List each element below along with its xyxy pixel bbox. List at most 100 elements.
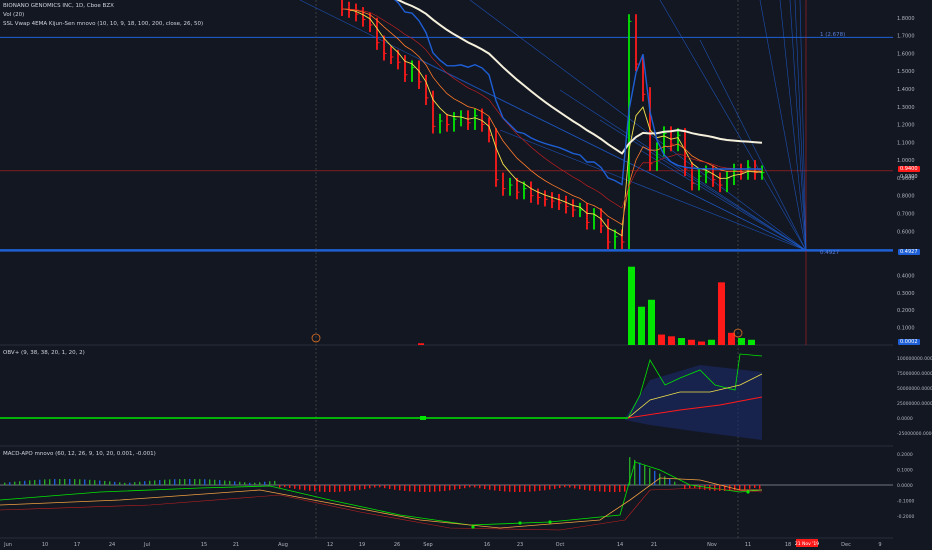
obv-tick-label: 50000000.0000 <box>897 386 932 392</box>
macd-histogram-bar <box>269 481 271 485</box>
obv-tick-label: -25000000.0000 <box>897 431 932 437</box>
macd-histogram-bar <box>349 485 351 492</box>
macd-histogram-bar <box>404 485 406 491</box>
macd-histogram-bar <box>264 481 266 485</box>
macd-histogram-bar <box>389 485 391 489</box>
macd-histogram-bar <box>189 479 191 485</box>
macd-histogram-bar <box>109 481 111 485</box>
macd-histogram-bar <box>379 485 381 488</box>
obv-tick-label: 25000000.0000 <box>897 401 932 407</box>
macd-histogram-bar <box>294 485 296 489</box>
macd-tick-label: 0.2000 <box>897 452 913 458</box>
price-tick-label: 1.2000 <box>897 123 915 129</box>
macd-histogram-bar <box>529 485 531 492</box>
macd-histogram-bar <box>399 485 401 491</box>
macd-histogram-bar <box>159 480 161 485</box>
macd-histogram-bar <box>674 481 676 485</box>
volume-tick-label: 0.3000 <box>897 291 915 297</box>
macd-tick-label: 0.0000 <box>897 483 913 489</box>
macd-histogram-bar <box>239 481 241 485</box>
macd-histogram-bar <box>289 485 291 489</box>
macd-legend: MACD-APO mnovo (60, 12, 26, 9, 10, 20, 0… <box>3 451 156 457</box>
x-axis-label: 14 <box>617 542 623 548</box>
x-axis-label: 10 <box>42 542 48 548</box>
macd-histogram-bar <box>734 485 736 491</box>
macd-histogram-bar <box>34 479 36 485</box>
cursor-date-label: 21 Nov '19 <box>795 541 819 547</box>
macd-histogram-bar <box>509 485 511 492</box>
macd-histogram-bar <box>754 485 756 489</box>
macd-histogram-bar <box>164 479 166 485</box>
x-axis-label: 18 <box>785 542 791 548</box>
macd-histogram-bar <box>249 482 251 485</box>
macd-histogram-bar <box>204 479 206 485</box>
macd-histogram-bar <box>449 485 451 491</box>
macd-histogram-bar <box>524 485 526 492</box>
macd-histogram-bar <box>179 479 181 485</box>
macd-histogram-bar <box>284 485 286 488</box>
macd-histogram-bar <box>749 485 751 489</box>
macd-histogram-bar <box>314 485 316 492</box>
macd-histogram-bar <box>639 462 641 485</box>
obv-tick-label: 0.0000 <box>897 416 913 422</box>
macd-histogram-bar <box>494 485 496 491</box>
price-tick-label: 1.7000 <box>897 34 915 40</box>
macd-histogram-bar <box>489 485 491 490</box>
macd-histogram-bar <box>334 485 336 492</box>
price-tick-label: 1.1000 <box>897 140 915 146</box>
macd-histogram-bar <box>649 468 651 485</box>
macd-histogram-bar <box>219 480 221 485</box>
macd-histogram-bar <box>439 485 441 492</box>
stock-chart[interactable]: Jun 10 17 24 Jul 15 21 Aug 12 19 26 Sep 16 23 Oct 14 21 N… <box>0 0 932 550</box>
macd-histogram-bar <box>539 485 541 491</box>
volume-bar <box>738 338 745 345</box>
macd-histogram-bar <box>299 485 301 490</box>
macd-histogram-bar <box>74 479 76 485</box>
macd-histogram-bar <box>434 485 436 492</box>
macd-histogram-bar <box>479 485 481 489</box>
volume-bar <box>638 306 645 345</box>
price-tick-label: 1.4000 <box>897 87 915 93</box>
macd-histogram-bar <box>194 479 196 485</box>
macd-histogram-bar <box>319 485 321 492</box>
macd-histogram-bar <box>29 480 31 485</box>
x-axis-label: Dec <box>841 542 851 548</box>
macd-histogram-bar <box>44 479 46 485</box>
macd-histogram-bar <box>604 485 606 492</box>
volume-tick-label: 0.2000 <box>897 308 915 314</box>
price-tick-label: 1.3000 <box>897 105 915 111</box>
macd-histogram-bar <box>669 479 671 485</box>
macd-histogram-bar <box>464 485 466 489</box>
volume-tick-label: 0.1000 <box>897 326 915 332</box>
macd-histogram-bar <box>94 480 96 485</box>
macd-histogram-bar <box>359 485 361 490</box>
macd-histogram-bar <box>504 485 506 492</box>
macd-histogram-bar <box>574 485 576 489</box>
x-axis-label: 9 <box>878 542 881 548</box>
macd-histogram-bar <box>104 480 106 485</box>
macd-histogram-bar <box>714 485 716 491</box>
obv-marker <box>420 416 426 420</box>
price-tick-label: 1.6000 <box>897 51 915 57</box>
chart-title: BIONANO GENOMICS INC, 1D, Cboe BZX <box>3 3 114 9</box>
macd-histogram-bar <box>49 479 51 485</box>
macd-histogram-bar <box>304 485 306 491</box>
macd-histogram-bar <box>559 485 561 489</box>
macd-histogram-bar <box>134 482 136 485</box>
volume-bar <box>658 334 665 345</box>
macd-histogram-bar <box>444 485 446 491</box>
x-axis-label: 15 <box>201 542 207 548</box>
macd-histogram-bar <box>689 485 691 489</box>
macd-histogram-bar <box>114 481 116 485</box>
macd-histogram-bar <box>554 485 556 489</box>
volume-bar <box>668 336 675 345</box>
macd-histogram-bar <box>759 485 761 489</box>
macd-histogram-bar <box>369 485 371 489</box>
obv-tick-label: 75000000.0000 <box>897 371 932 377</box>
macd-histogram-bar <box>199 479 201 485</box>
x-axis-label: 12 <box>327 542 333 548</box>
macd-histogram-bar <box>214 479 216 485</box>
macd-histogram-bar <box>339 485 341 492</box>
macd-histogram-bar <box>154 480 156 485</box>
macd-histogram-bar <box>599 485 601 492</box>
